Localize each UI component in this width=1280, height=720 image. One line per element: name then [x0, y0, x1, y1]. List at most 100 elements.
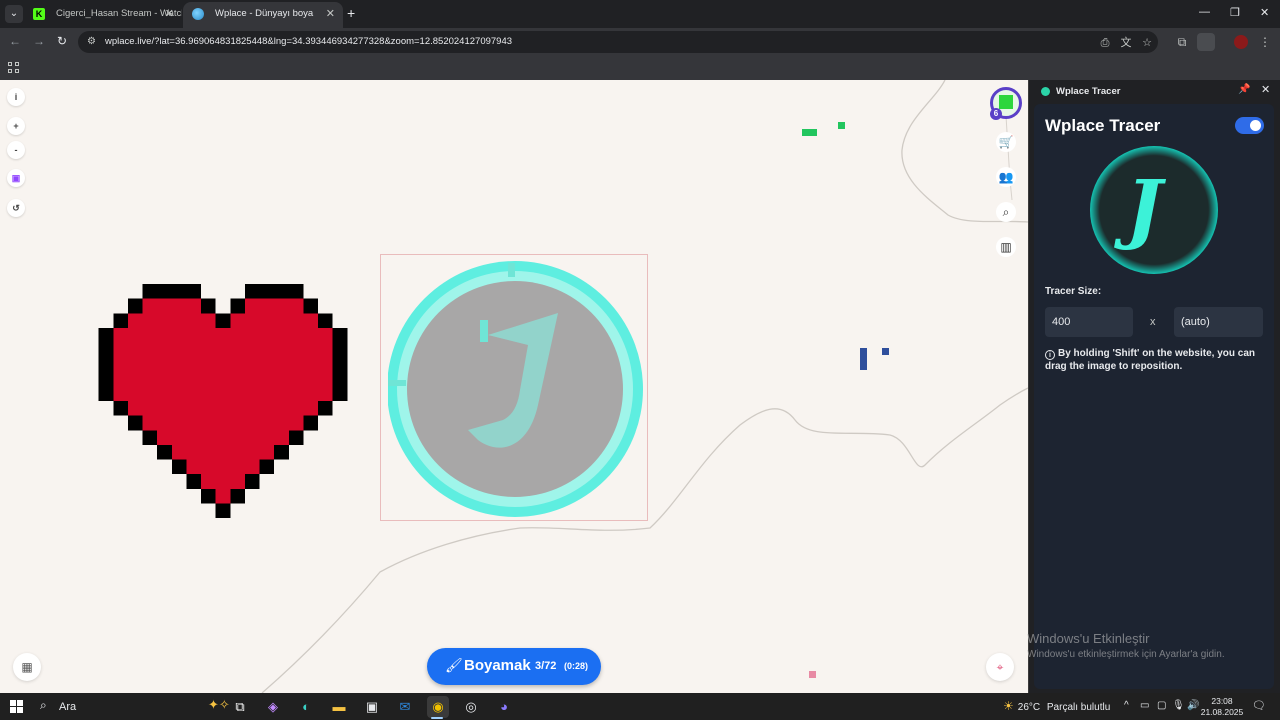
system-clock[interactable]: 23:08 21.08.2025	[1200, 696, 1244, 718]
tracer-overlay-image[interactable]	[388, 255, 648, 523]
reload-icon[interactable]: ↻	[57, 34, 67, 48]
extension-icon	[1041, 87, 1050, 96]
weather-widget[interactable]: ☀ 26°C Parçalı bulutlu	[1003, 699, 1110, 713]
partly-cloudy-icon: ☀	[1003, 699, 1014, 713]
map-canvas[interactable]: i + - ▣ ↺ 6 🛒 👥 ⌕ ▥ 🖌 Boyamak 3/72 (0:28…	[0, 80, 1028, 693]
clock-date: 21.08.2025	[1200, 707, 1244, 717]
microphone-icon[interactable]: 🎙	[1172, 700, 1185, 711]
tracer-enable-toggle[interactable]	[1235, 117, 1264, 134]
arrow-right-icon[interactable]: →	[33, 34, 45, 48]
minimize-icon[interactable]: —	[1199, 6, 1210, 18]
more-vert-icon[interactable]: ⋮	[1258, 35, 1272, 49]
info-button[interactable]: i	[7, 88, 25, 106]
network-icon[interactable]: ▭	[1140, 700, 1149, 711]
group-icon[interactable]: 👥	[996, 167, 1016, 187]
copilot-icon[interactable]: ◈	[262, 696, 284, 718]
install-app-icon[interactable]: ⎙	[1098, 36, 1112, 50]
pixel-avatar-icon	[999, 95, 1013, 109]
weather-temp: 26°C	[1017, 702, 1041, 713]
level-badge: 6	[990, 108, 1002, 120]
tab-strip: ⌄ K Cigerci_Hasan Stream - Watch L ✕ Wpl…	[0, 0, 1280, 28]
search-map-icon[interactable]: ⌕	[996, 202, 1016, 222]
tab-kick-stream[interactable]: K Cigerci_Hasan Stream - Watch L ✕	[24, 2, 182, 28]
arrow-left-icon[interactable]: ←	[9, 34, 21, 48]
tune-icon[interactable]: ⚙	[87, 36, 99, 48]
search-icon: ⌕	[40, 698, 47, 712]
pixel-heart-artwork	[98, 284, 348, 518]
paint-charges: 3/72	[535, 660, 557, 672]
tracer-height-input[interactable]	[1174, 307, 1263, 337]
tab-wplace[interactable]: Wplace - Dünyayı boya ✕	[183, 2, 343, 28]
painted-pixel	[838, 122, 845, 129]
apps-grid-icon[interactable]	[8, 62, 19, 73]
task-view-icon[interactable]: ⧉	[229, 696, 251, 718]
globe-favicon-icon	[192, 8, 204, 20]
zoom-in-button[interactable]: +	[7, 117, 25, 135]
weather-text: Parçalı bulutlu	[1046, 702, 1111, 713]
file-explorer-icon[interactable]: ▬	[328, 696, 350, 718]
painted-pixel	[860, 348, 867, 370]
avatar[interactable]	[1234, 35, 1248, 49]
close-icon[interactable]: ✕	[326, 2, 335, 26]
search-placeholder: Ara	[59, 701, 77, 713]
display-icon[interactable]: ▢	[1157, 700, 1166, 711]
new-tab-button[interactable]: +	[347, 5, 355, 21]
volume-icon[interactable]: 🔊	[1187, 700, 1199, 711]
star-icon[interactable]: ☆	[1140, 36, 1154, 50]
shop-cart-icon[interactable]: 🛒	[996, 132, 1016, 152]
side-panel-header: Wplace Tracer 📌 ✕	[1029, 80, 1280, 102]
restore-icon[interactable]: ❐	[1230, 6, 1240, 19]
paint-button[interactable]: 🖌 Boyamak 3/72 (0:28)	[427, 648, 601, 685]
tab-search-button[interactable]: ⌄	[5, 5, 23, 23]
windows-start-icon[interactable]	[10, 700, 23, 713]
watermark-subtitle: Windows'u etkinleştirmek için Ayarlar'a …	[1027, 649, 1225, 660]
outlook-icon[interactable]: ✉	[394, 696, 416, 718]
store-icon[interactable]: ▣	[361, 696, 383, 718]
obs-icon[interactable]: ◎	[460, 696, 482, 718]
j-logo-icon: J	[1126, 163, 1162, 252]
side-panel-title: Wplace Tracer	[1056, 86, 1121, 97]
chevron-up-icon[interactable]: ^	[1124, 700, 1129, 711]
tracer-preview-image: J	[1090, 146, 1218, 274]
paint-button-label: Boyamak	[464, 657, 531, 674]
locate-icon[interactable]: ⌖	[986, 653, 1014, 681]
edge-icon[interactable]: ◐	[295, 696, 317, 718]
sparkle-icon: ✦✧	[208, 697, 230, 712]
leaderboard-icon[interactable]: ▥	[996, 237, 1016, 257]
zoom-out-button[interactable]: -	[7, 141, 25, 159]
puzzle-icon[interactable]: ⧉	[1175, 35, 1189, 49]
close-icon[interactable]: ✕	[165, 2, 174, 26]
chrome-icon[interactable]: ◉	[427, 696, 449, 718]
side-panel-toggle-icon[interactable]	[1197, 33, 1215, 51]
paint-timer: (0:28)	[564, 661, 589, 671]
hint-text: By holding 'Shift' on the website, you c…	[1045, 348, 1255, 372]
tracer-width-input[interactable]	[1045, 307, 1133, 337]
info-icon: i	[1045, 350, 1055, 360]
tab-title: Cigerci_Hasan Stream - Watch L	[56, 8, 182, 19]
tracer-extension-body: Wplace Tracer J Tracer Size: x iBy holdi…	[1034, 104, 1274, 689]
url-text[interactable]: wplace.live/?lat=36.969064831825448&lng=…	[105, 36, 512, 47]
undo-icon[interactable]: ↺	[7, 199, 25, 217]
browser-toolbar: ← → ↻ ⚙ wplace.live/?lat=36.969064831825…	[0, 28, 1280, 56]
pin-icon[interactable]: 📌	[1238, 84, 1250, 95]
watermark-title: Windows'u Etkinleştir	[1027, 631, 1150, 646]
brush-icon: 🖌	[445, 657, 463, 673]
address-bar[interactable]: ⚙ wplace.live/?lat=36.969064831825448&ln…	[78, 31, 1158, 53]
painted-pixel	[802, 129, 817, 136]
window-close-icon[interactable]: ✕	[1260, 6, 1269, 19]
palette-icon[interactable]: ▦	[13, 653, 41, 681]
toggle-knob	[1250, 120, 1261, 131]
user-avatar[interactable]: 6	[990, 87, 1022, 120]
bookmarks-bar	[0, 56, 1280, 80]
size-separator: x	[1150, 316, 1156, 328]
close-icon[interactable]: ✕	[1261, 83, 1270, 96]
taskbar-search[interactable]: ⌕ Ara ✦✧	[34, 694, 230, 719]
kick-favicon-icon: K	[33, 8, 45, 20]
discord-icon[interactable]: ◕	[493, 696, 515, 718]
clock-time: 23:08	[1211, 696, 1233, 706]
twitch-icon[interactable]: ▣	[7, 169, 25, 187]
tab-title: Wplace - Dünyayı boya	[215, 8, 314, 19]
translate-icon[interactable]: 文	[1119, 36, 1133, 50]
notification-icon[interactable]: 🗨	[1252, 699, 1266, 712]
tracer-size-label: Tracer Size:	[1045, 286, 1102, 297]
